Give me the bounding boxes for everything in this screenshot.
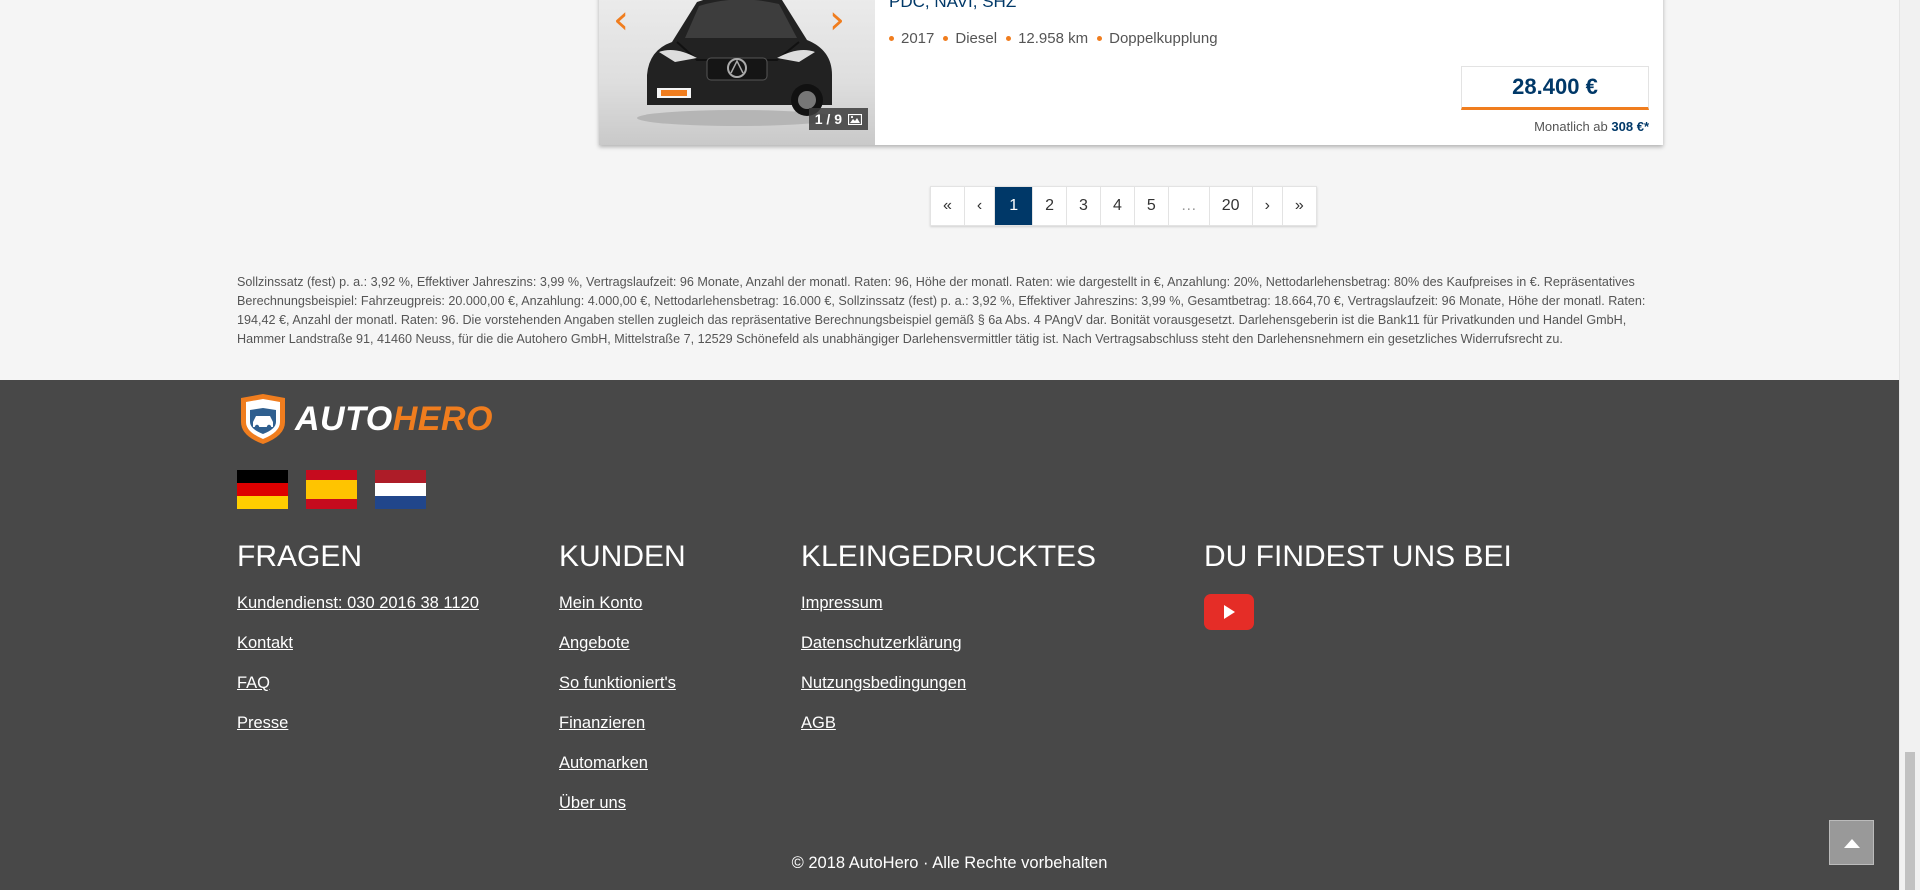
next-image-arrow[interactable]: ›: [829, 0, 845, 40]
link-automarken[interactable]: Automarken: [559, 754, 648, 772]
image-counter: 1 / 9: [808, 108, 868, 130]
page-5[interactable]: 5: [1135, 187, 1169, 225]
financing-disclaimer: Sollzinssatz (fest) p. a.: 3,92 %, Effek…: [237, 275, 1646, 346]
last-page-button[interactable]: »: [1283, 187, 1316, 225]
link-angebote[interactable]: Angebote: [559, 634, 630, 652]
page-2[interactable]: 2: [1033, 187, 1068, 225]
listing-specs: 2017 Diesel 12.958 km Doppelkupplung: [889, 30, 1218, 47]
logo-shield-icon: [241, 394, 285, 444]
flag-netherlands-icon[interactable]: [375, 470, 426, 509]
link-datenschutz[interactable]: Datenschutzerklärung: [801, 634, 962, 652]
footer-column-kunden: KUNDEN Mein Konto Angebote So funktionie…: [559, 540, 686, 834]
autohero-logo[interactable]: AUTOHERO: [237, 392, 493, 446]
link-ueber-uns[interactable]: Über uns: [559, 794, 626, 812]
link-nutzungsbedingungen[interactable]: Nutzungsbedingungen: [801, 674, 966, 692]
arrow-up-icon: [1843, 838, 1860, 848]
previous-page-button[interactable]: ‹: [965, 187, 996, 225]
spec-year: 2017: [889, 30, 934, 47]
scrollbar-thumb[interactable]: [1905, 752, 1915, 890]
monthly-rate-amount: 308 €*: [1611, 119, 1649, 134]
page-4[interactable]: 4: [1101, 187, 1135, 225]
monthly-rate: Monatlich ab 308 €*: [1534, 119, 1649, 134]
flag-spain-icon[interactable]: [306, 470, 357, 509]
link-agb[interactable]: AGB: [801, 714, 836, 732]
spec-transmission: Doppelkupplung: [1097, 30, 1218, 47]
footer-heading-kunden: KUNDEN: [559, 540, 686, 573]
footer-column-social: DU FINDEST UNS BEI: [1204, 540, 1512, 630]
spec-fuel: Diesel: [943, 30, 997, 47]
page-1[interactable]: 1: [995, 187, 1034, 225]
link-presse[interactable]: Presse: [237, 714, 288, 732]
page-ellipsis: …: [1169, 187, 1210, 225]
listing-card[interactable]: ‹ › 1 / 9 PDC, NAVI, SHZ 2017 Diesel 12.…: [599, 0, 1663, 145]
flag-germany-icon[interactable]: [237, 470, 288, 509]
footer-heading-fragen: FRAGEN: [237, 540, 363, 573]
link-faq[interactable]: FAQ: [237, 674, 270, 692]
listing-image[interactable]: ‹ › 1 / 9: [599, 0, 875, 145]
logo-text: AUTOHERO: [295, 399, 493, 438]
pagination: « ‹ 1 2 3 4 5 … 20 › »: [930, 186, 1317, 226]
link-impressum[interactable]: Impressum: [801, 594, 883, 612]
page-scrollbar[interactable]: [1899, 0, 1920, 890]
link-kontakt[interactable]: Kontakt: [237, 634, 293, 652]
footer-heading-social: DU FINDEST UNS BEI: [1204, 540, 1512, 573]
previous-image-arrow[interactable]: ‹: [613, 0, 629, 40]
listing-title[interactable]: PDC, NAVI, SHZ: [889, 0, 1016, 12]
link-mein-konto[interactable]: Mein Konto: [559, 594, 642, 612]
footer-column-kleingedrucktes: KLEINGEDRUCKTES Impressum Datenschutzerk…: [801, 540, 1096, 754]
monthly-rate-label: Monatlich ab: [1534, 119, 1608, 134]
first-page-button[interactable]: «: [931, 187, 965, 225]
language-flags: [237, 470, 426, 509]
link-so-funktionierts[interactable]: So funktioniert's: [559, 674, 676, 692]
spec-mileage: 12.958 km: [1006, 30, 1088, 47]
copyright: © 2018 AutoHero · Alle Rechte vorbehalte…: [791, 854, 1108, 872]
footer-heading-kleingedrucktes: KLEINGEDRUCKTES: [801, 540, 1097, 573]
next-page-button[interactable]: ›: [1253, 187, 1283, 225]
link-finanzieren[interactable]: Finanzieren: [559, 714, 645, 732]
footer-column-fragen: FRAGEN Kundendienst: 030 2016 38 1120 Ko…: [237, 540, 479, 754]
price-box[interactable]: 28.400 €: [1461, 66, 1649, 110]
youtube-icon[interactable]: [1204, 594, 1254, 630]
page-20[interactable]: 20: [1210, 187, 1253, 225]
page-3[interactable]: 3: [1067, 187, 1101, 225]
footer: AUTOHERO FRAGEN Kundendienst: 030 2016 3…: [0, 380, 1899, 890]
image-icon: [848, 113, 862, 125]
link-kundendienst[interactable]: Kundendienst: 030 2016 38 1120: [237, 594, 479, 612]
image-counter-text: 1 / 9: [814, 111, 842, 127]
